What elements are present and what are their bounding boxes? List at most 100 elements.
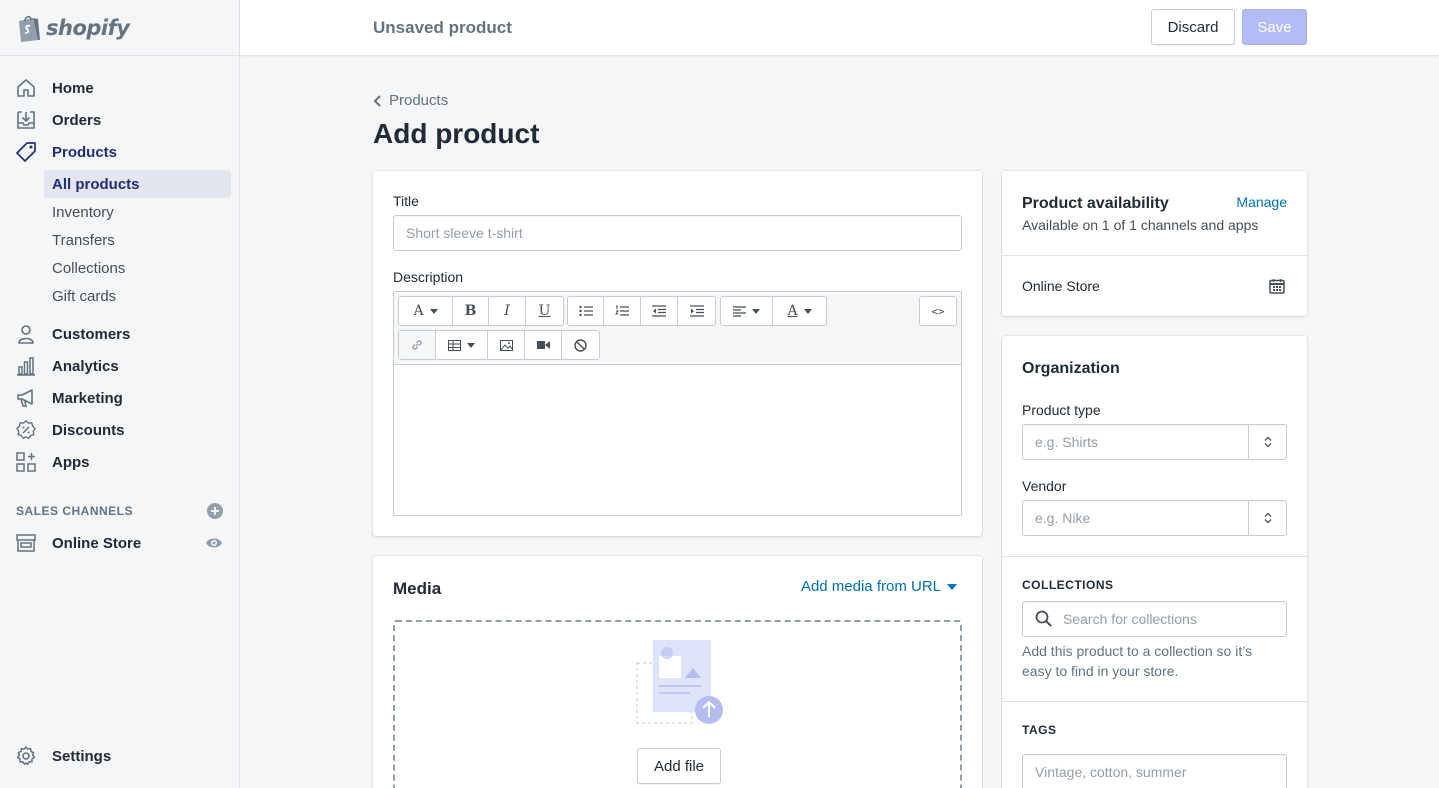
insert-group [398,330,600,360]
availability-heading: Product availability [1022,195,1169,212]
main-nav: Home Orders Products All products Invent… [0,72,239,478]
sub-gift-cards[interactable]: Gift cards [44,282,231,310]
editor-toolbar: A B I U A <> [394,292,961,365]
numbered-list-button[interactable] [604,297,641,325]
nav-customers-label: Customers [52,325,131,343]
sub-inventory[interactable]: Inventory [44,198,231,226]
breadcrumb[interactable]: Products [373,92,448,109]
select-arrows-icon [1264,436,1271,448]
chevron-down-icon [803,308,812,314]
organization-card: Organization Product type e.g. Shirts Ve… [1002,336,1307,788]
font-style-dropdown[interactable]: A [399,297,453,325]
nav-analytics[interactable]: Analytics [0,350,239,382]
product-details-card: Title Short sleeve t-shirt Description A… [373,171,982,536]
clear-format-icon [574,338,587,352]
orders-icon [16,110,36,130]
nav-discounts[interactable]: Discounts [0,414,239,446]
megaphone-icon [16,388,36,408]
description-label: Description [393,269,464,285]
divider [1002,556,1307,557]
sub-all-products[interactable]: All products [44,170,231,198]
html-group: <> [919,296,957,326]
bold-button[interactable]: B [453,297,489,325]
text-color-dropdown[interactable]: A [773,297,826,325]
sales-channels-header: SALES CHANNELS [16,500,224,522]
align-left-icon [733,305,746,317]
collections-search-input[interactable]: Search for collections [1022,601,1287,637]
add-channel-icon[interactable] [206,502,224,520]
discard-button[interactable]: Discard [1151,9,1235,45]
chevron-down-icon [752,308,760,314]
title-input[interactable]: Short sleeve t-shirt [393,215,962,251]
nav-marketing[interactable]: Marketing [0,382,239,414]
description-textarea[interactable] [394,366,961,515]
tags-input[interactable]: Vintage, cotton, summer [1022,754,1287,788]
apps-icon [16,452,36,472]
calendar-icon[interactable] [1269,278,1285,294]
discount-icon [16,420,36,440]
nav-apps[interactable]: Apps [0,446,239,478]
nav-orders[interactable]: Orders [0,104,239,136]
outdent-icon [652,305,666,317]
nav-settings[interactable]: Settings [0,740,239,772]
description-editor: A B I U A <> [393,291,962,516]
numbered-list-icon [615,305,629,316]
media-dropzone[interactable]: Add file [393,620,962,788]
italic-button[interactable]: I [489,297,526,325]
media-card: Media Add media from URL Add file [373,556,982,788]
text-color-label: A [787,303,798,319]
sub-collections[interactable]: Collections [44,254,231,282]
product-type-input[interactable]: e.g. Shirts [1022,424,1287,460]
nav-apps-label: Apps [52,453,90,471]
bullet-list-button[interactable] [568,297,604,325]
nav-home[interactable]: Home [0,72,239,104]
select-arrows-icon [1264,512,1271,524]
nav-online-store[interactable]: Online Store [0,527,239,559]
indent-button[interactable] [678,297,715,325]
top-bar: Unsaved product Discard Save [240,0,1439,56]
tag-icon [16,142,36,162]
html-button[interactable]: <> [920,297,956,325]
add-media-url-link[interactable]: Add media from URL [801,578,957,595]
video-button[interactable] [525,331,562,359]
nav-products[interactable]: Products [0,136,239,168]
shopify-logo[interactable]: shopify [0,0,239,56]
eye-icon[interactable] [205,534,223,552]
underline-button[interactable]: U [526,297,563,325]
vendor-input[interactable]: e.g. Nike [1022,500,1287,536]
nav-discounts-label: Discounts [52,421,125,439]
unsaved-title: Unsaved product [373,18,512,37]
list-group [567,296,716,326]
search-icon [1035,610,1052,627]
tags-heading: TAGS [1022,723,1057,737]
nav-orders-label: Orders [52,111,102,129]
product-type-select[interactable] [1248,425,1286,459]
link-button[interactable] [399,331,436,359]
divider [1002,701,1307,702]
caret-down-icon [947,583,957,590]
add-file-button[interactable]: Add file [637,748,721,784]
bullet-list-icon [578,305,593,317]
font-style-label: A [413,303,424,319]
sidebar: shopify Home Orders Products All product… [0,0,240,788]
clear-format-button[interactable] [562,331,599,359]
align-dropdown[interactable] [721,297,773,325]
manage-link[interactable]: Manage [1236,194,1287,210]
table-dropdown[interactable] [436,331,488,359]
nav-online-store-label: Online Store [52,534,142,552]
indent-icon [689,305,704,317]
sub-gift-cards-label: Gift cards [52,287,117,305]
outdent-button[interactable] [641,297,678,325]
save-button[interactable]: Save [1242,9,1307,45]
image-button[interactable] [488,331,525,359]
video-icon [536,341,550,349]
sub-transfers[interactable]: Transfers [44,226,231,254]
nav-home-label: Home [52,79,94,97]
product-type-label: Product type [1022,402,1101,418]
nav-analytics-label: Analytics [52,357,119,375]
vendor-select[interactable] [1248,501,1286,535]
nav-customers[interactable]: Customers [0,318,239,350]
divider [1002,255,1307,256]
shopify-bag-icon [19,15,40,42]
person-icon [16,324,36,344]
